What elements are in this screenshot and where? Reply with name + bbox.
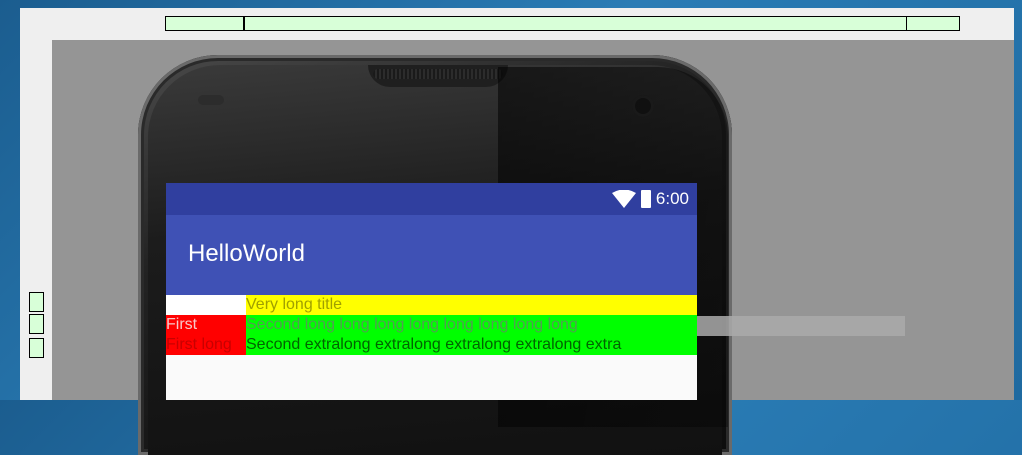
vertical-ruler-cell-3[interactable]	[29, 338, 44, 358]
vertical-ruler-cell-1[interactable]	[29, 292, 44, 312]
speaker-grille-icon	[373, 69, 503, 79]
horizontal-layout-ruler[interactable]	[165, 16, 960, 31]
row-overflow-preview	[697, 316, 905, 336]
row-left-cell: First long	[166, 335, 246, 355]
status-time: 6:00	[655, 189, 689, 208]
proximity-sensor-icon	[198, 95, 224, 105]
app-title: HelloWorld	[188, 240, 305, 267]
row-right-cell: Second extralong extralong extralong ext…	[246, 335, 697, 355]
row-left-cell: First	[166, 315, 246, 335]
ruler-divider-left[interactable]	[243, 16, 245, 31]
device-screen: 6:00 HelloWorld Very long title First Se…	[166, 183, 697, 400]
row-right-cell: Second long long long long long long lon…	[246, 315, 697, 335]
table-row: First Second long long long long long lo…	[166, 315, 697, 335]
wifi-icon	[611, 190, 636, 208]
row-left-cell	[166, 295, 246, 315]
app-bar: HelloWorld	[166, 215, 697, 295]
row-right-cell: Very long title	[246, 295, 697, 315]
ruler-divider-right[interactable]	[906, 16, 907, 31]
status-bar: 6:00	[166, 183, 697, 215]
vertical-ruler-cell-2[interactable]	[29, 314, 44, 334]
battery-icon	[640, 190, 651, 208]
table-row: First long Second extralong extralong ex…	[166, 335, 697, 355]
table-row: Very long title	[166, 295, 697, 315]
